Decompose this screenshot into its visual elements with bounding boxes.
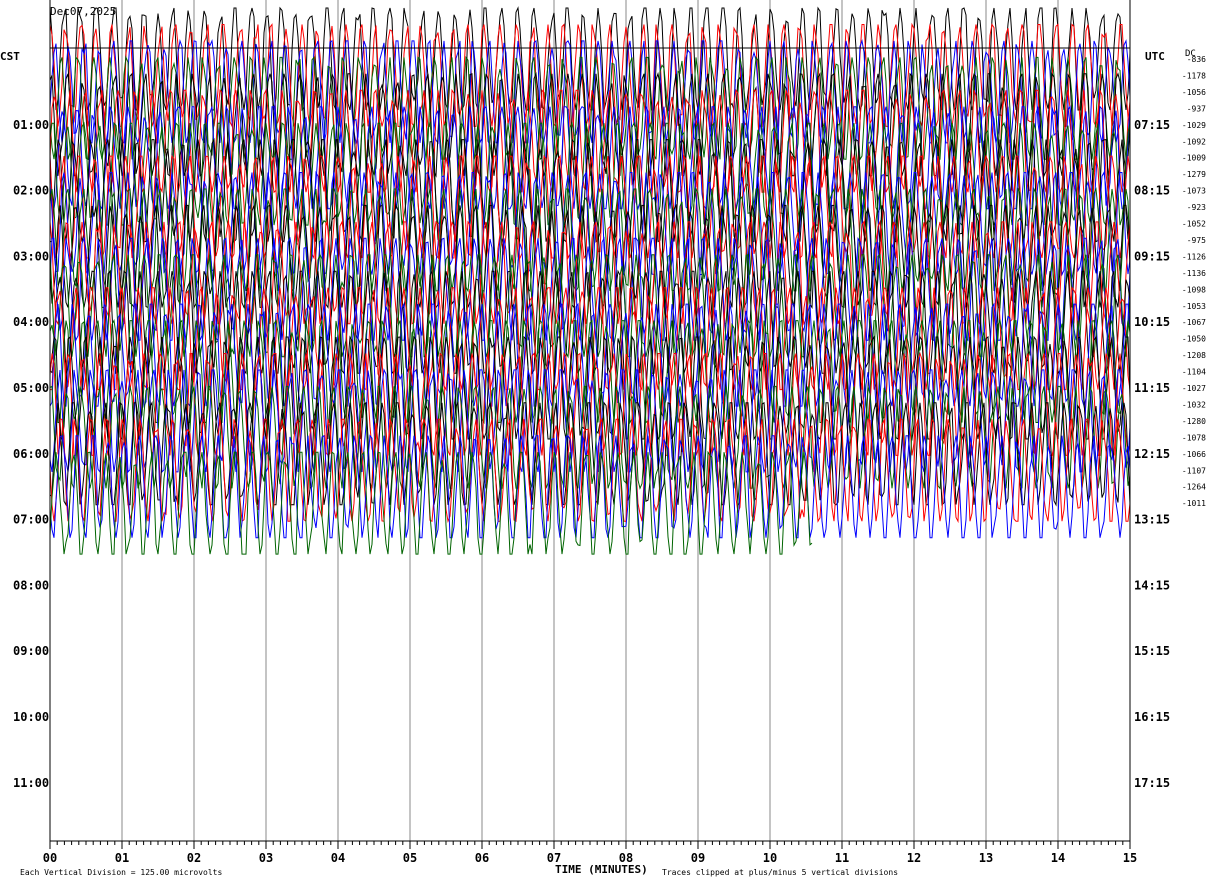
header-date: Dec07,2025 bbox=[50, 5, 117, 18]
x-axis-label: TIME (MINUTES) bbox=[555, 863, 648, 876]
x-tick-label: 06 bbox=[475, 851, 489, 865]
left-hour-label: 04:00 bbox=[13, 315, 49, 329]
dc-offset-label: -1066 bbox=[1182, 450, 1206, 459]
right-hour-label: 12:15 bbox=[1134, 447, 1170, 461]
left-hour-label: 03:00 bbox=[13, 249, 49, 263]
x-tick-label: 03 bbox=[259, 851, 273, 865]
right-hour-label: 08:15 bbox=[1134, 184, 1170, 198]
right-timezone-label: UTC bbox=[1145, 50, 1165, 63]
dc-offset-label: -1067 bbox=[1182, 318, 1206, 327]
dc-offset-label: -1279 bbox=[1182, 170, 1206, 179]
dc-offset-label: -1056 bbox=[1182, 88, 1206, 97]
x-tick-label: 04 bbox=[331, 851, 345, 865]
dc-offset-label: -937 bbox=[1187, 104, 1206, 113]
dc-offset-label: -1027 bbox=[1182, 384, 1206, 393]
dc-offset-labels: -836-1178-1056-937-1029-1092-1009-1279-1… bbox=[1182, 55, 1206, 508]
dc-offset-label: -1178 bbox=[1182, 71, 1206, 80]
right-hour-labels: 07:15 08:15 09:15 10:15 11:15 12:15 13:15 14:15… bbox=[1134, 118, 1170, 790]
right-hour-label: 13:15 bbox=[1134, 513, 1170, 527]
right-hour-label: 09:15 bbox=[1134, 249, 1170, 263]
x-tick-label: 09 bbox=[691, 851, 705, 865]
dc-offset-label: -1107 bbox=[1182, 466, 1206, 475]
left-hour-label: 06:00 bbox=[13, 447, 49, 461]
dc-offset-label: -975 bbox=[1187, 236, 1206, 245]
dc-offset-label: -1053 bbox=[1182, 302, 1206, 311]
dc-offset-label: -1011 bbox=[1182, 499, 1206, 508]
left-hour-label: 09:00 bbox=[13, 644, 49, 658]
dc-offset-label: -1104 bbox=[1182, 368, 1206, 377]
x-tick-label: 11 bbox=[835, 851, 849, 865]
left-hour-label: 07:00 bbox=[13, 513, 49, 527]
right-hour-label: 15:15 bbox=[1134, 644, 1170, 658]
right-hour-label: 16:15 bbox=[1134, 710, 1170, 724]
dc-offset-label: -1136 bbox=[1182, 269, 1206, 278]
left-hour-label: 01:00 bbox=[13, 118, 49, 132]
left-hour-label: 05:00 bbox=[13, 381, 49, 395]
x-tick-label: 14 bbox=[1051, 851, 1065, 865]
dc-offset-label: -1126 bbox=[1182, 252, 1206, 261]
dc-label: DC bbox=[1185, 49, 1196, 59]
left-hour-label: 10:00 bbox=[13, 710, 49, 724]
left-hour-label: 02:00 bbox=[13, 184, 49, 198]
right-hour-label: 17:15 bbox=[1134, 776, 1170, 790]
dc-offset-label: -1073 bbox=[1182, 187, 1206, 196]
dc-offset-label: -1264 bbox=[1182, 483, 1206, 492]
dc-offset-label: -1098 bbox=[1182, 285, 1206, 294]
x-tick-label: 02 bbox=[187, 851, 201, 865]
dc-offset-label: -1032 bbox=[1182, 400, 1206, 409]
right-hour-label: 07:15 bbox=[1134, 118, 1170, 132]
right-hour-label: 14:15 bbox=[1134, 578, 1170, 592]
helicorder-plot: 01:00 02:00 03:00 04:00 05:00 06:00 07:00 08:00… bbox=[13, 0, 1206, 865]
dc-offset-label: -923 bbox=[1187, 203, 1206, 212]
right-hour-label: 11:15 bbox=[1134, 381, 1170, 395]
dc-offset-label: -1029 bbox=[1182, 121, 1206, 130]
dc-offset-label: -1078 bbox=[1182, 433, 1206, 442]
left-hour-labels: 01:00 02:00 03:00 04:00 05:00 06:00 07:00 08:00… bbox=[13, 118, 49, 790]
dc-offset-label: -1009 bbox=[1182, 154, 1206, 163]
seismic-traces bbox=[49, 6, 1131, 555]
left-timezone-label: CST bbox=[0, 50, 20, 63]
x-tick-label: 01 bbox=[115, 851, 129, 865]
dc-offset-label: -1050 bbox=[1182, 335, 1206, 344]
x-tick-label: 00 bbox=[43, 851, 57, 865]
x-tick-label: 15 bbox=[1123, 851, 1137, 865]
dc-offset-label: -1208 bbox=[1182, 351, 1206, 360]
left-hour-label: 08:00 bbox=[13, 578, 49, 592]
x-tick-label: 13 bbox=[979, 851, 993, 865]
dc-offset-label: -1092 bbox=[1182, 137, 1206, 146]
x-tick-label: 12 bbox=[907, 851, 921, 865]
right-hour-label: 10:15 bbox=[1134, 315, 1170, 329]
footer-scale-note: Each Vertical Division = 125.00 microvol… bbox=[20, 868, 223, 877]
dc-offset-label: -1052 bbox=[1182, 220, 1206, 229]
footer-clip-note: Traces clipped at plus/minus 5 vertical … bbox=[662, 868, 899, 877]
left-hour-label: 11:00 bbox=[13, 776, 49, 790]
dc-offset-label: -1280 bbox=[1182, 417, 1206, 426]
x-tick-label: 10 bbox=[763, 851, 777, 865]
x-tick-label: 05 bbox=[403, 851, 417, 865]
